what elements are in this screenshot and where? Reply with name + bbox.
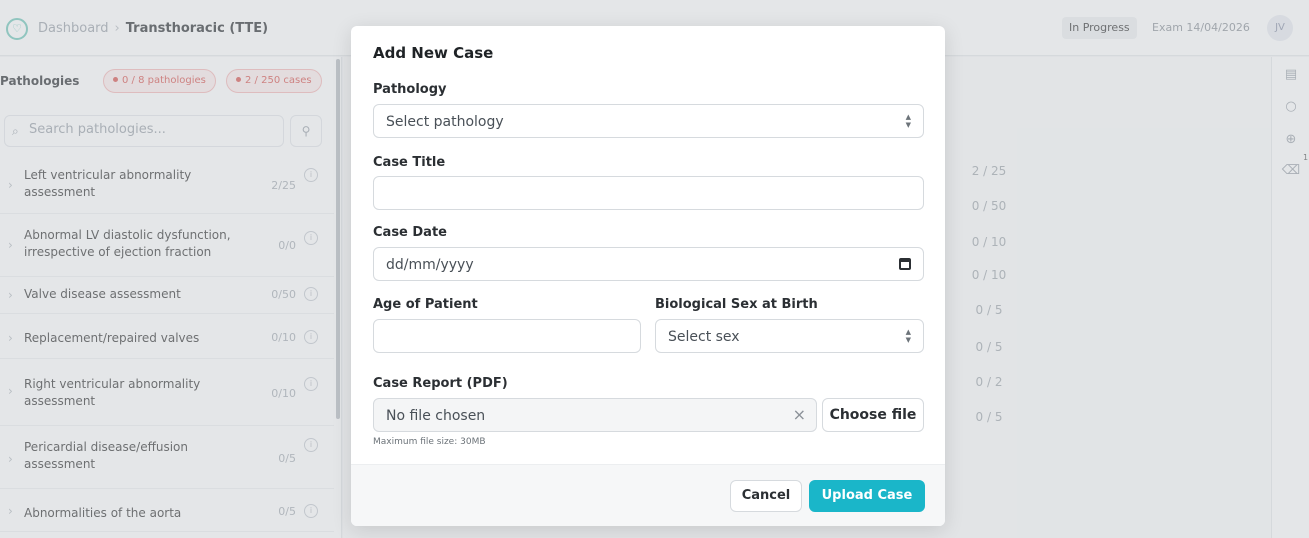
- pathology-select-value: Select pathology: [386, 114, 504, 130]
- dialog-title: Add New Case: [373, 44, 494, 62]
- file-input[interactable]: No file chosen ×: [373, 398, 817, 432]
- age-label: Age of Patient: [373, 297, 478, 312]
- close-icon[interactable]: ×: [793, 405, 806, 424]
- calendar-icon[interactable]: [899, 258, 911, 270]
- sex-label: Biological Sex at Birth: [655, 297, 818, 312]
- sex-select[interactable]: Select sex ▲ ▼: [655, 319, 924, 353]
- case-title-label: Case Title: [373, 155, 446, 170]
- pathology-select[interactable]: Select pathology ▲ ▼: [373, 104, 924, 138]
- select-arrows-icon: ▲ ▼: [905, 328, 911, 344]
- choose-file-button[interactable]: Choose file: [822, 398, 924, 432]
- pathology-label: Pathology: [373, 82, 447, 97]
- age-field: [373, 319, 641, 353]
- cancel-button[interactable]: Cancel: [730, 480, 802, 512]
- sex-select-value: Select sex: [668, 329, 740, 345]
- case-date-placeholder: dd/mm/yyyy: [386, 257, 474, 273]
- case-title-input[interactable]: [386, 184, 911, 200]
- select-arrows-icon: ▲ ▼: [905, 113, 911, 129]
- upload-case-button[interactable]: Upload Case: [809, 480, 925, 512]
- case-report-label: Case Report (PDF): [373, 376, 508, 391]
- add-case-dialog: Add New Case Pathology Select pathology …: [351, 26, 945, 526]
- age-input[interactable]: [386, 327, 628, 343]
- dialog-footer: Cancel Upload Case: [351, 464, 945, 526]
- case-date-label: Case Date: [373, 225, 447, 240]
- max-file-size-note: Maximum file size: 30MB: [373, 437, 486, 447]
- file-status: No file chosen: [386, 408, 486, 424]
- case-title-field: [373, 176, 924, 210]
- case-date-input[interactable]: dd/mm/yyyy: [373, 247, 924, 281]
